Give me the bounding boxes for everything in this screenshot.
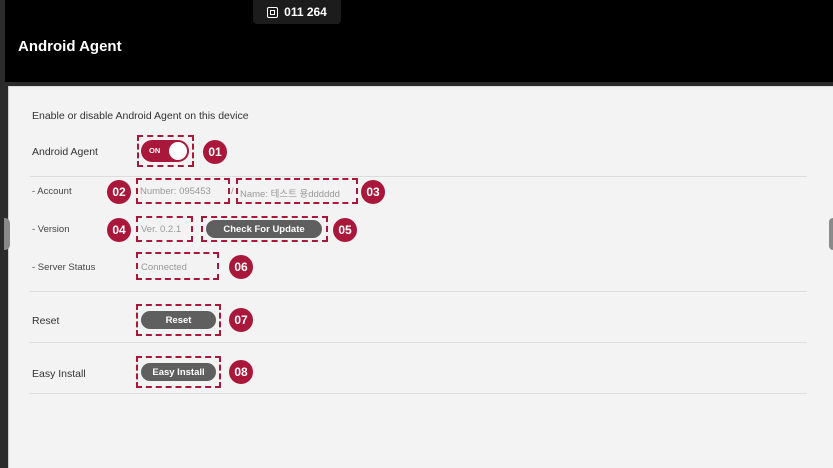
right-scroll-handle[interactable] (829, 218, 833, 250)
page-title: Android Agent (18, 38, 122, 55)
settings-panel (8, 86, 833, 468)
channel-badge: 011 264 (253, 0, 341, 24)
callout-badge-03: 03 (361, 180, 385, 204)
screen: Android Agent 011 264 Enable or disable … (0, 0, 833, 468)
divider (30, 291, 807, 292)
account-number: Number: 095453 (140, 186, 211, 197)
android-agent-toggle[interactable]: ON (141, 140, 189, 162)
divider (30, 342, 807, 343)
callout-badge-06: 06 (229, 255, 253, 279)
account-name: Name: 테스트 용dddddd (240, 189, 340, 200)
callout-badge-01: 01 (203, 140, 227, 164)
callout-badge-04: 04 (107, 218, 131, 242)
easy-install-label: Easy Install (32, 368, 86, 380)
reset-button[interactable]: Reset (141, 311, 216, 329)
header-bar: Android Agent (5, 0, 833, 82)
toggle-knob (169, 142, 187, 160)
callout-badge-02: 02 (107, 180, 131, 204)
server-status-value: Connected (141, 262, 187, 273)
easy-install-button[interactable]: Easy Install (141, 363, 216, 381)
callout-badge-07: 07 (229, 308, 253, 332)
divider (30, 393, 807, 394)
channel-icon (267, 6, 279, 18)
version-value: Ver. 0.2.1 (141, 224, 182, 235)
version-label: - Version (32, 224, 70, 235)
divider (30, 176, 807, 177)
left-scroll-handle[interactable] (4, 218, 10, 250)
account-separator: / (231, 186, 234, 197)
reset-label: Reset (32, 315, 60, 327)
toggle-state-label: ON (149, 146, 161, 155)
account-label: - Account (32, 186, 72, 197)
check-for-update-button[interactable]: Check For Update (206, 220, 322, 238)
android-agent-label: Android Agent (32, 146, 98, 158)
channel-number: 011 264 (284, 5, 327, 19)
callout-badge-05: 05 (333, 218, 357, 242)
callout-badge-08: 08 (229, 360, 253, 384)
description-text: Enable or disable Android Agent on this … (32, 110, 249, 122)
server-status-label: - Server Status (32, 262, 96, 273)
